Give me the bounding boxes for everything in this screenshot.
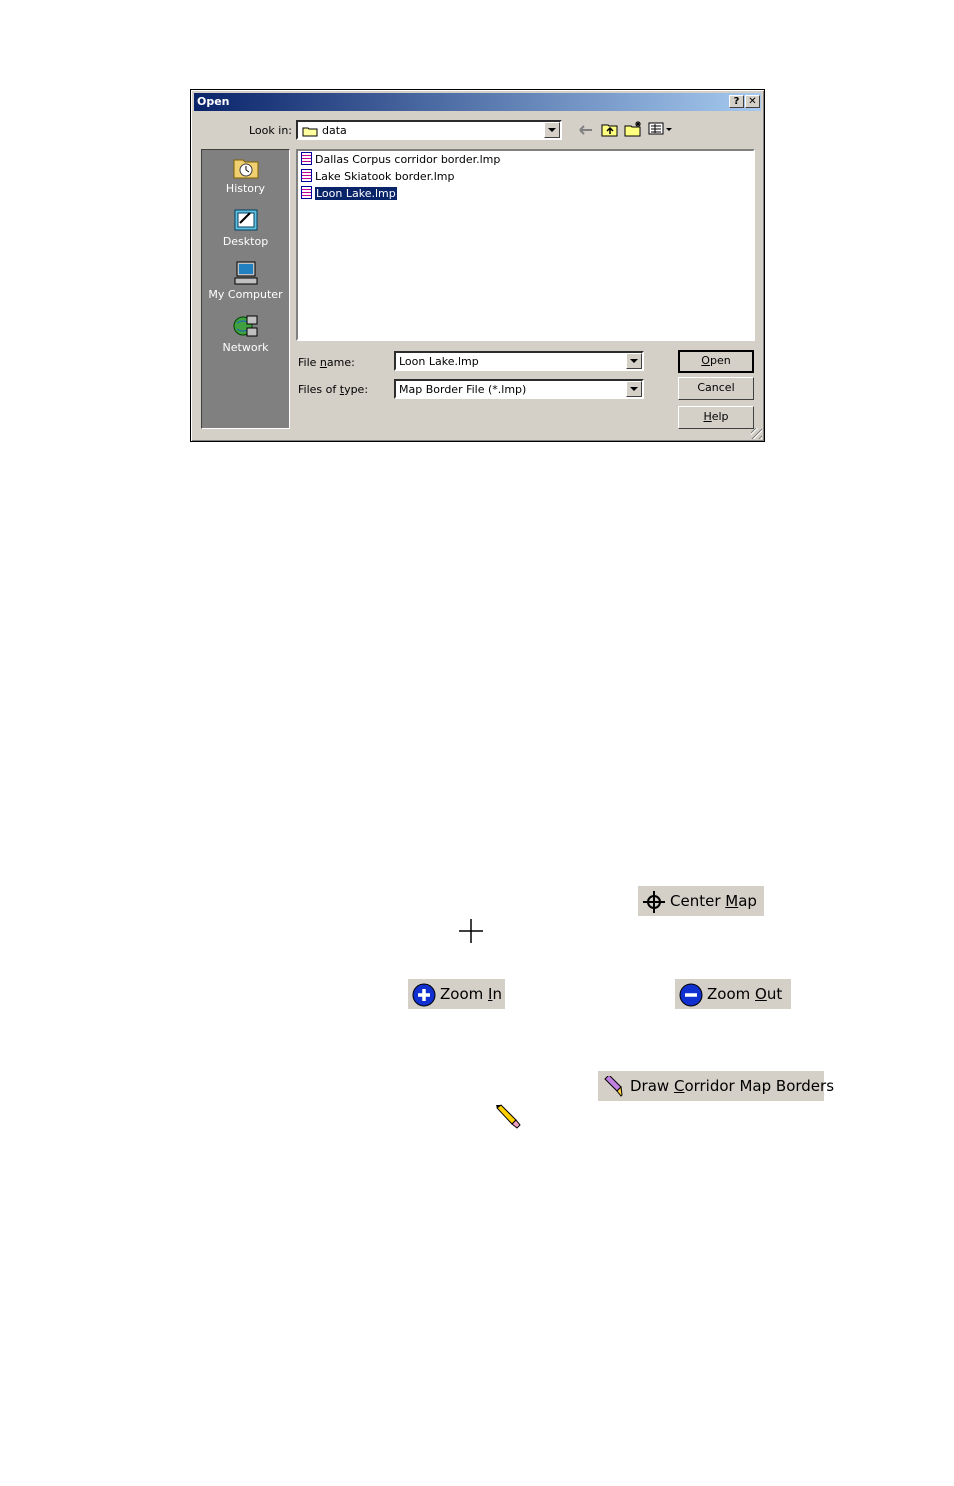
new-folder-icon[interactable] [624, 120, 644, 137]
file-name-input[interactable]: Loon Lake.lmp [394, 351, 644, 371]
look-in-label: Look in: [249, 124, 292, 137]
title-bar: Open ? ✕ [194, 93, 761, 111]
view-menu-icon[interactable] [648, 122, 674, 136]
list-item[interactable]: Lake Skiatook border.lmp [301, 169, 454, 185]
place-network[interactable]: Network [202, 313, 289, 354]
network-icon [233, 315, 257, 337]
place-my-computer[interactable]: My Computer [202, 260, 289, 301]
place-desktop[interactable]: Desktop [202, 207, 289, 248]
look-in-combo[interactable]: data [296, 120, 562, 140]
file-name-label: File name: [298, 356, 355, 369]
dialog-title: Open [197, 95, 230, 108]
cancel-button[interactable]: Cancel [678, 377, 754, 400]
help-button[interactable]: Help [678, 406, 754, 429]
place-history[interactable]: History [202, 154, 289, 195]
open-button[interactable]: Open [678, 350, 754, 373]
up-folder-icon[interactable] [601, 122, 619, 137]
list-item[interactable]: Dallas Corpus corridor border.lmp [301, 152, 500, 168]
files-of-type-select[interactable]: Map Border File (*.lmp) [394, 379, 644, 399]
my-computer-icon [234, 261, 257, 285]
minus-circle-icon [679, 983, 703, 1006]
chevron-down-icon[interactable] [626, 353, 642, 369]
pencil-cursor-icon [496, 1104, 521, 1129]
zoom-out-button[interactable]: Zoom Out [675, 979, 791, 1009]
lmp-file-icon [301, 169, 312, 182]
center-map-button[interactable]: Center Map [638, 886, 764, 916]
files-of-type-label: Files of type: [298, 383, 369, 396]
look-in-value: data [322, 124, 347, 137]
desktop-icon [234, 209, 257, 231]
places-bar: History Desktop My Computer Network [201, 149, 290, 429]
pencil-icon [604, 1075, 623, 1097]
back-icon[interactable] [578, 123, 594, 137]
crosshair-cursor-icon [459, 919, 483, 943]
crosshair-icon [643, 890, 665, 913]
chevron-down-icon[interactable] [544, 122, 560, 138]
help-title-button[interactable]: ? [729, 95, 744, 108]
history-icon [233, 159, 258, 179]
list-item[interactable]: Loon Lake.lmp [301, 186, 398, 202]
file-list[interactable]: Dallas Corpus corridor border.lmp Lake S… [296, 149, 755, 341]
folder-icon [302, 127, 318, 137]
zoom-in-button[interactable]: Zoom In [408, 979, 505, 1009]
chevron-down-icon[interactable] [626, 381, 642, 397]
resize-grip[interactable] [751, 428, 762, 439]
lmp-file-icon [301, 152, 312, 165]
plus-circle-icon [412, 983, 436, 1006]
close-button[interactable]: ✕ [745, 95, 760, 108]
lmp-file-icon [301, 186, 312, 199]
draw-corridor-map-borders-button[interactable]: Draw Corridor Map Borders [598, 1071, 834, 1101]
open-dialog: Open ? ✕ Look in: data History Desktop M… [190, 89, 765, 442]
